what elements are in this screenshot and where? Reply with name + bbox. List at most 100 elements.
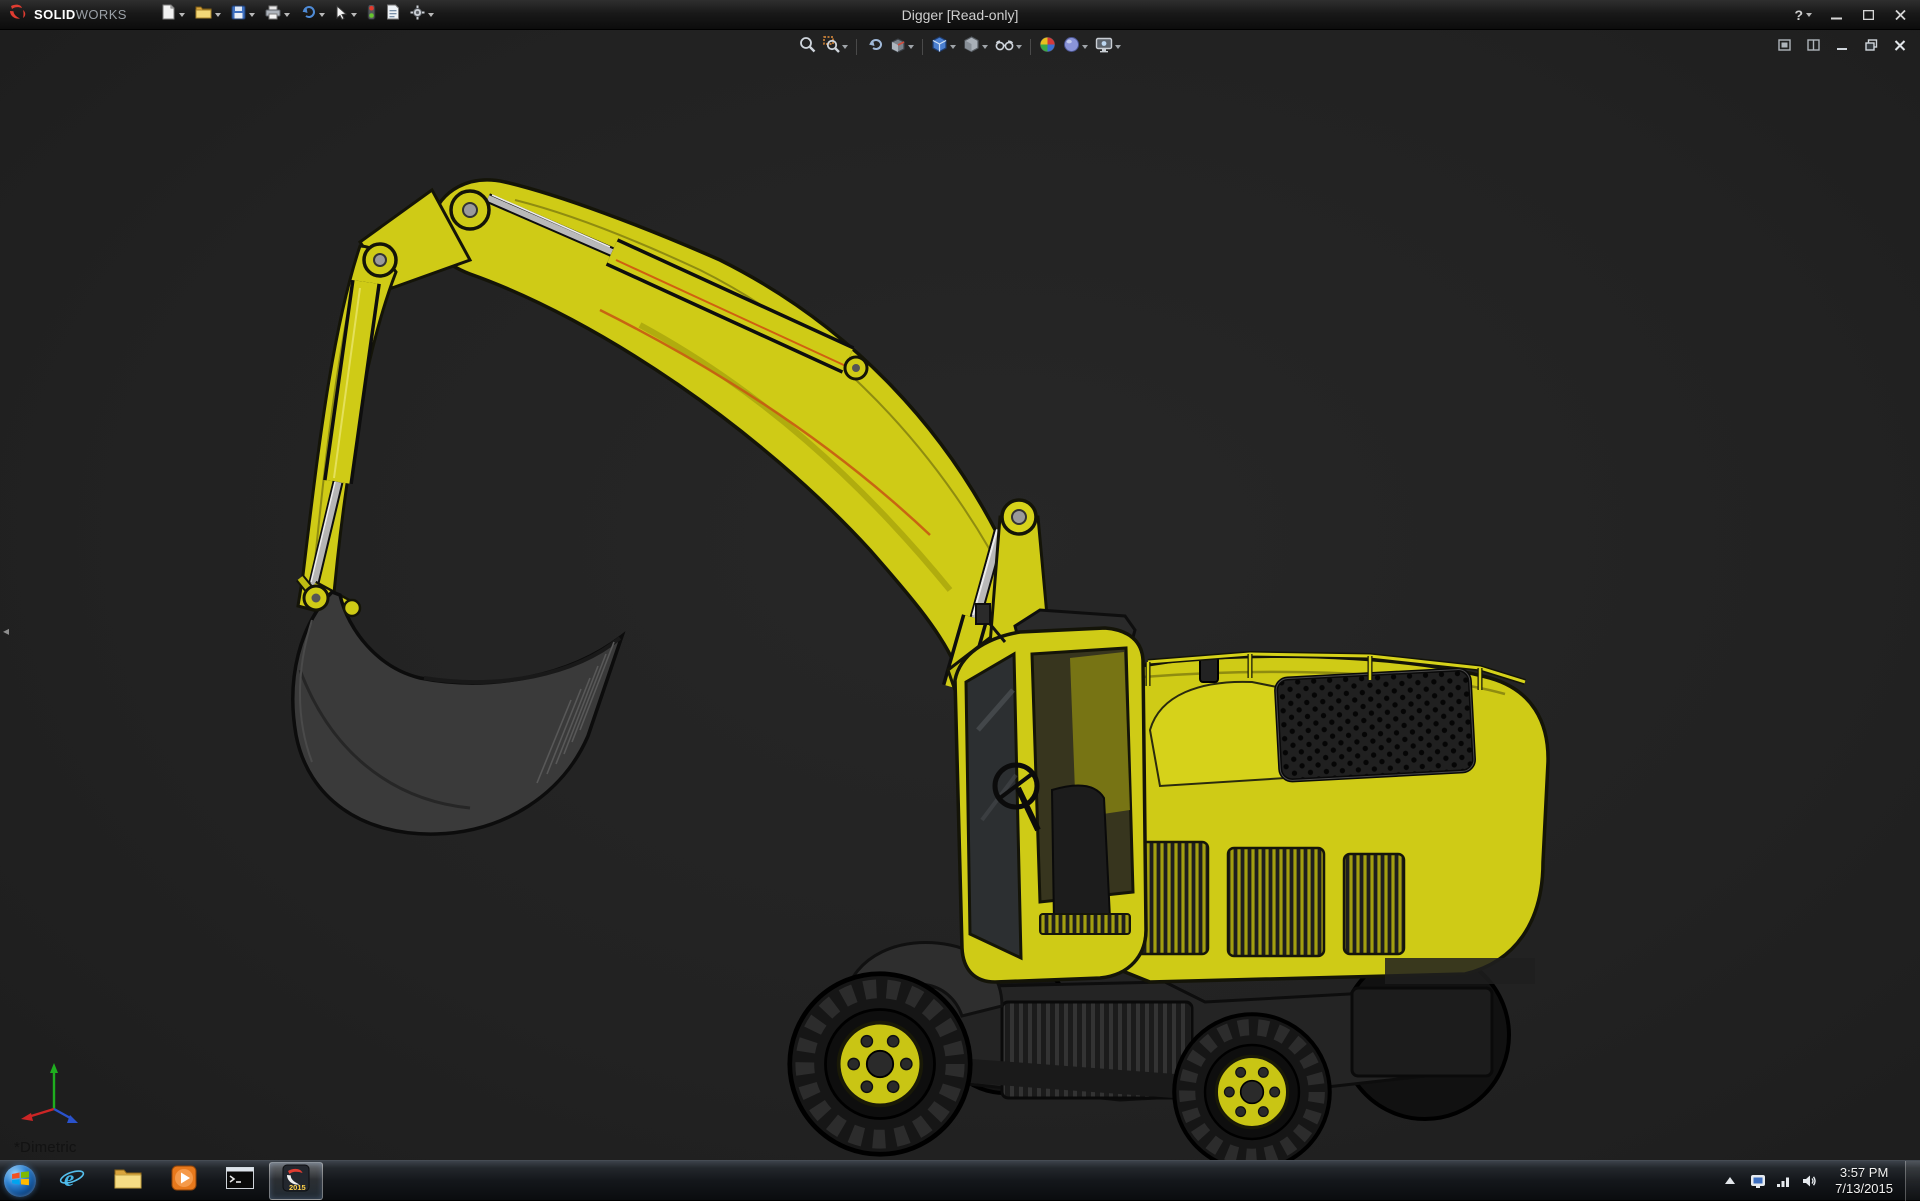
taskbar-item-windows-explorer[interactable] — [101, 1162, 155, 1200]
doc-restore-button[interactable] — [1861, 36, 1881, 54]
doc-close-button[interactable] — [1890, 36, 1910, 54]
solidworks-logo-icon — [8, 3, 28, 26]
section-view-icon — [889, 37, 906, 58]
show-hidden-icons-button[interactable] — [1719, 1163, 1741, 1199]
taskbar-clock[interactable]: 3:57 PM 7/13/2015 — [1827, 1165, 1905, 1197]
undo-arrow-icon — [300, 5, 316, 24]
apply-scene-button[interactable] — [1061, 34, 1090, 60]
chevron-down-icon — [842, 45, 848, 49]
rebuild-button[interactable] — [363, 3, 380, 27]
main-toolbar — [139, 3, 438, 27]
view-settings-icon — [1095, 37, 1113, 58]
bucket[interactable] — [293, 592, 622, 834]
windows-flag-icon — [11, 1171, 30, 1191]
display-style-icon — [963, 36, 980, 58]
chevron-down-icon — [908, 45, 914, 49]
folder-icon — [114, 1167, 142, 1194]
chevron-down-icon — [215, 13, 221, 17]
volume-icon[interactable] — [1801, 1172, 1819, 1190]
doc-minimize-button[interactable] — [1832, 36, 1852, 54]
maximize-button[interactable] — [1854, 4, 1882, 26]
select-button[interactable] — [331, 3, 361, 27]
taskbar-item-solidworks-2015[interactable]: 2015 — [269, 1162, 323, 1200]
doc-pane-button[interactable] — [1803, 36, 1823, 54]
help-question-icon: ? — [1794, 7, 1803, 23]
printer-icon — [265, 5, 281, 25]
previous-view-button[interactable] — [863, 35, 884, 59]
taskbar-item-command-prompt[interactable] — [213, 1162, 267, 1200]
solidworks-year-badge: 2015 — [289, 1183, 306, 1192]
front-wheel — [790, 974, 970, 1154]
document-window-controls — [1774, 36, 1910, 54]
previous-view-icon — [865, 37, 882, 57]
chevron-down-icon — [982, 45, 988, 49]
section-view-button[interactable] — [887, 35, 916, 60]
undo-button[interactable] — [296, 3, 329, 27]
chevron-down-icon — [284, 13, 290, 17]
chevron-down-icon — [1115, 45, 1121, 49]
cab-lower-vent — [1040, 914, 1130, 934]
side-vent-grille — [1344, 854, 1404, 954]
save-disk-icon — [231, 5, 246, 25]
zoom-to-area-icon — [823, 36, 840, 58]
new-button[interactable] — [157, 3, 189, 27]
apply-scene-sphere-icon — [1063, 36, 1080, 58]
start-button[interactable] — [0, 1161, 40, 1201]
clock-time: 3:57 PM — [1835, 1165, 1893, 1181]
view-orientation-button[interactable] — [929, 34, 958, 60]
show-desktop-button[interactable] — [1905, 1161, 1920, 1201]
view-orientation-cube-icon — [931, 36, 948, 58]
taskbar-item-media-player[interactable] — [157, 1162, 211, 1200]
digger-3d-model[interactable] — [0, 30, 1920, 1160]
toolbar-separator — [1030, 39, 1031, 55]
zoom-to-area-button[interactable] — [821, 34, 850, 60]
chevron-down-icon — [1806, 13, 1812, 17]
brand-text-solid: SOLID — [34, 7, 76, 22]
network-icon[interactable] — [1775, 1172, 1793, 1190]
taskbar-item-internet-explorer[interactable]: e — [45, 1162, 99, 1200]
cursor-arrow-icon — [335, 5, 348, 25]
options-button[interactable] — [406, 3, 438, 27]
reference-triad[interactable] — [18, 1055, 88, 1132]
headsup-view-toolbar — [789, 32, 1131, 62]
zoom-to-fit-button[interactable] — [797, 34, 818, 60]
edit-appearance-ball-icon — [1039, 36, 1056, 58]
chevron-down-icon — [428, 13, 434, 17]
view-settings-button[interactable] — [1093, 35, 1123, 60]
hide-show-items-button[interactable] — [993, 36, 1024, 59]
file-properties-icon — [386, 4, 400, 25]
minimize-button[interactable] — [1822, 4, 1850, 26]
print-button[interactable] — [261, 3, 294, 27]
file-properties-button[interactable] — [382, 3, 404, 27]
display-style-button[interactable] — [961, 34, 990, 60]
side-vent-grille — [1228, 848, 1324, 956]
featuremanager-flyout-arrow[interactable]: ◂ — [0, 618, 12, 644]
rebuild-stoplight-icon — [367, 4, 376, 25]
cab-mirror — [976, 604, 990, 624]
options-gear-icon — [410, 5, 425, 25]
edit-appearance-button[interactable] — [1037, 34, 1058, 60]
command-prompt-icon — [226, 1167, 254, 1194]
chevron-down-icon — [950, 45, 956, 49]
new-document-icon — [161, 4, 176, 25]
chevron-down-icon — [319, 13, 325, 17]
rear-wheel — [1174, 1014, 1330, 1160]
open-folder-icon — [195, 5, 212, 24]
doc-fullscreen-button[interactable] — [1774, 36, 1794, 54]
boom-arm[interactable] — [431, 180, 1015, 665]
operator-cab[interactable] — [955, 604, 1146, 982]
chevron-down-icon — [1016, 45, 1022, 49]
brand-text-works: WORKS — [76, 7, 127, 22]
collapse-left-icon: ◂ — [3, 624, 9, 638]
chevron-down-icon — [351, 13, 357, 17]
save-button[interactable] — [227, 3, 259, 27]
triad-y-axis — [50, 1063, 58, 1109]
help-button[interactable]: ? — [1788, 7, 1818, 23]
chevron-down-icon — [179, 13, 185, 17]
view-orientation-label: *Dimetric — [14, 1139, 77, 1156]
graphics-area[interactable]: ◂ *Dimetric — [0, 30, 1920, 1160]
open-button[interactable] — [191, 3, 225, 27]
close-button[interactable] — [1886, 4, 1914, 26]
tray-app-icon[interactable] — [1749, 1172, 1767, 1190]
triad-z-axis — [54, 1109, 78, 1123]
